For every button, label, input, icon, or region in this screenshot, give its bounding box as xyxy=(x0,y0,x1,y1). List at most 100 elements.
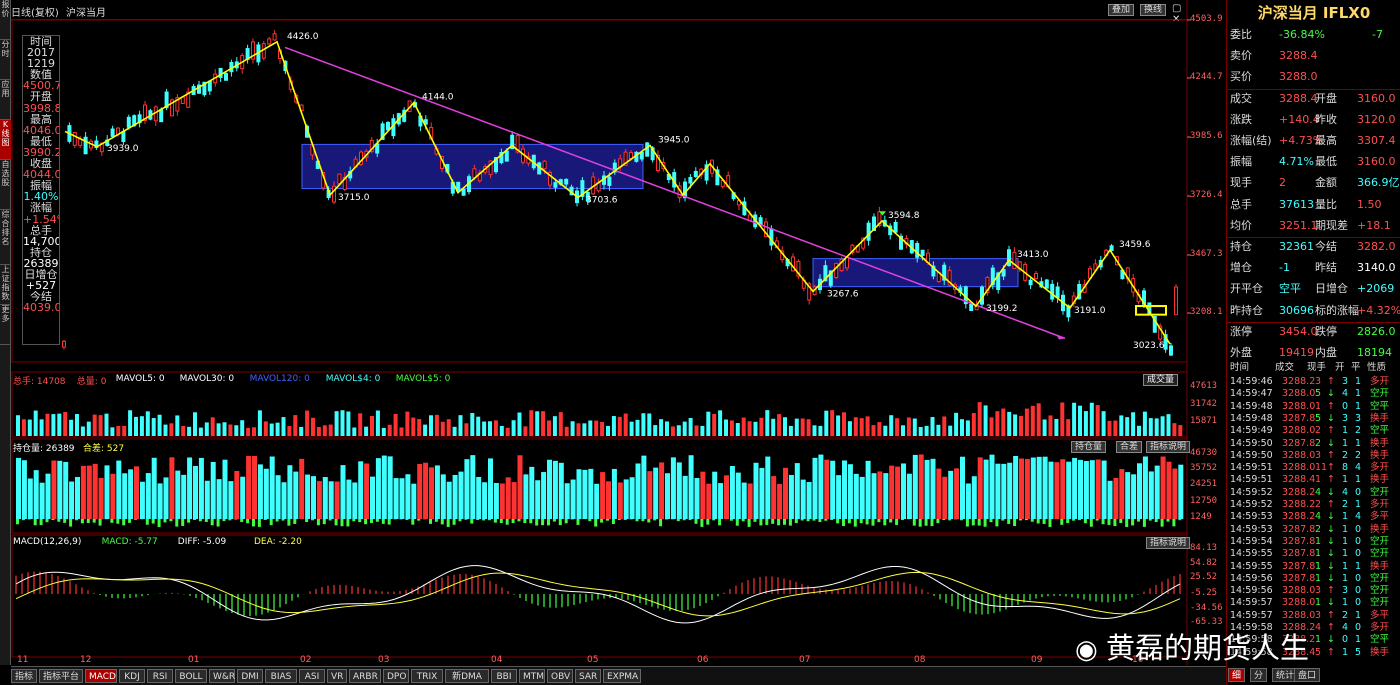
indicator-tab[interactable]: EXPMA xyxy=(603,669,641,683)
oi-diff-bar xyxy=(676,519,680,522)
oi-diff-bar xyxy=(617,519,621,521)
indicator-tab[interactable]: 指标 xyxy=(11,669,37,683)
volume-bar xyxy=(688,417,693,436)
oi-bar xyxy=(1148,471,1154,519)
volume-bar xyxy=(971,413,976,436)
indicator-tab[interactable]: DPO xyxy=(383,669,409,683)
oi-diff-bar xyxy=(287,519,291,526)
indicator-tab[interactable]: DMI xyxy=(237,669,263,683)
info-row: 4039.0 xyxy=(23,302,59,314)
indicator-tab[interactable]: MACD xyxy=(85,669,117,683)
oi-diff-bar xyxy=(293,519,297,524)
quote-value: 3140.0 xyxy=(1357,261,1396,275)
volume-bar xyxy=(989,417,994,436)
oi-bar xyxy=(505,477,511,519)
oi-diff-bar xyxy=(623,519,627,521)
oi-bar xyxy=(181,474,187,519)
indicator-tab[interactable]: VR xyxy=(327,669,347,683)
oi-diff-bar xyxy=(1048,519,1052,527)
oi-bar xyxy=(175,470,181,519)
volume-bar xyxy=(92,414,97,436)
pivot-label: 3267.6 xyxy=(827,289,859,299)
volume-bar xyxy=(895,418,900,436)
panel-tab[interactable]: 细 xyxy=(1228,668,1246,682)
oi-checkbox[interactable]: 持仓量 xyxy=(1071,441,1107,453)
diff-checkbox[interactable]: 合差 xyxy=(1116,441,1143,453)
quote-row: 买价 3288.0 xyxy=(1227,66,1400,87)
info-row: 1219 xyxy=(27,58,55,70)
trade-cell: 5 xyxy=(1355,646,1362,658)
volume-indicator-button[interactable]: 成交量 xyxy=(1143,374,1179,386)
oi-axis-label: 24251 xyxy=(1190,479,1218,489)
indicator-tab[interactable]: BIAS xyxy=(265,669,297,683)
indicator-tab[interactable]: SAR xyxy=(575,669,601,683)
volume-bar xyxy=(788,425,793,436)
oi-bar xyxy=(930,458,936,519)
candle-body xyxy=(121,131,126,142)
indicator-tab[interactable]: KDJ xyxy=(119,669,145,683)
indicator-tab[interactable]: ASI xyxy=(299,669,325,683)
trade-cell: 3287.8 xyxy=(1282,412,1316,424)
trade-cell: ↓ xyxy=(1327,572,1335,584)
oi-diff-bar xyxy=(794,519,798,524)
trade-row: 14:59:53 3287.8 2 ↓ 1 0 换手 xyxy=(1227,524,1400,536)
pivot-label: 3703.6 xyxy=(586,195,618,205)
oi-bar xyxy=(228,481,234,519)
indicator-tab[interactable]: TRIX xyxy=(411,669,443,683)
oi-bar xyxy=(682,475,688,519)
trade-cell: 4 xyxy=(1342,622,1349,633)
oi-bar xyxy=(948,470,954,519)
oi-bar xyxy=(883,473,889,519)
indicator-tab[interactable]: RSI xyxy=(147,669,173,683)
indicator-tab[interactable]: 新DMA xyxy=(445,669,489,683)
macd-indicator-help-button[interactable]: 指标说明 xyxy=(1146,537,1191,549)
trade-cell: 1 xyxy=(1342,511,1349,523)
oi-diff-bar xyxy=(246,519,250,524)
oi-diff-bar xyxy=(883,519,887,526)
candle-body xyxy=(159,109,164,123)
trade-cell: 2 xyxy=(1342,449,1349,461)
oi-diff-bar xyxy=(263,519,267,521)
indicator-tab[interactable]: W&R xyxy=(209,669,235,683)
volume-bar xyxy=(287,425,292,436)
panel-tab[interactable]: 盘口 xyxy=(1294,668,1321,682)
quote-row: 卖价 3288.4 xyxy=(1227,45,1400,66)
oi-bar xyxy=(623,479,629,519)
candle-body xyxy=(969,303,974,312)
volume-bar xyxy=(729,420,734,436)
oi-bar xyxy=(724,475,729,519)
volume-bar xyxy=(104,413,109,436)
indicator-tab[interactable]: BOLL xyxy=(175,669,207,683)
indicator-tab[interactable]: ARBR xyxy=(349,669,381,683)
oi-diff-bar xyxy=(965,519,969,527)
month-label: 03 xyxy=(378,655,390,665)
chart-canvas[interactable]: 4426.0 3939.0 4144.0 3715.0 3945.0 3703.6 3594… xyxy=(0,0,1226,666)
oi-bar xyxy=(895,466,901,519)
oi-diff-bar xyxy=(411,519,415,525)
oi-bar xyxy=(977,457,983,519)
oi-indicator-help-button[interactable]: 指标说明 xyxy=(1146,441,1191,453)
oi-diff-bar xyxy=(759,519,763,526)
trade-cell: 多开 xyxy=(1370,499,1390,510)
oi-diff-bar xyxy=(588,519,592,522)
quote-label: 最高 xyxy=(1315,134,1337,147)
trade-cell: 换手 xyxy=(1370,437,1390,449)
oi-bar xyxy=(57,460,63,519)
indicator-tab[interactable]: OBV xyxy=(547,669,573,683)
oi-diff-bar xyxy=(1137,519,1140,522)
oi-diff-bar xyxy=(706,519,710,525)
volume-bar xyxy=(110,427,115,436)
oi-bar xyxy=(151,457,157,519)
indicator-tab[interactable]: 指标平台 xyxy=(39,669,83,683)
oi-diff-bar xyxy=(204,519,208,522)
oi-diff-bar xyxy=(45,519,49,523)
indicator-tab[interactable]: MTM xyxy=(519,669,545,683)
candle-body xyxy=(1169,345,1173,356)
oi-bar xyxy=(464,459,470,519)
oi-diff-bar xyxy=(517,519,521,522)
volume-bar xyxy=(80,426,85,436)
panel-tab[interactable]: 分 xyxy=(1250,668,1268,682)
indicator-tab[interactable]: BBI xyxy=(491,669,517,683)
volume-bar xyxy=(541,411,546,436)
oi-diff-bar xyxy=(434,519,438,522)
